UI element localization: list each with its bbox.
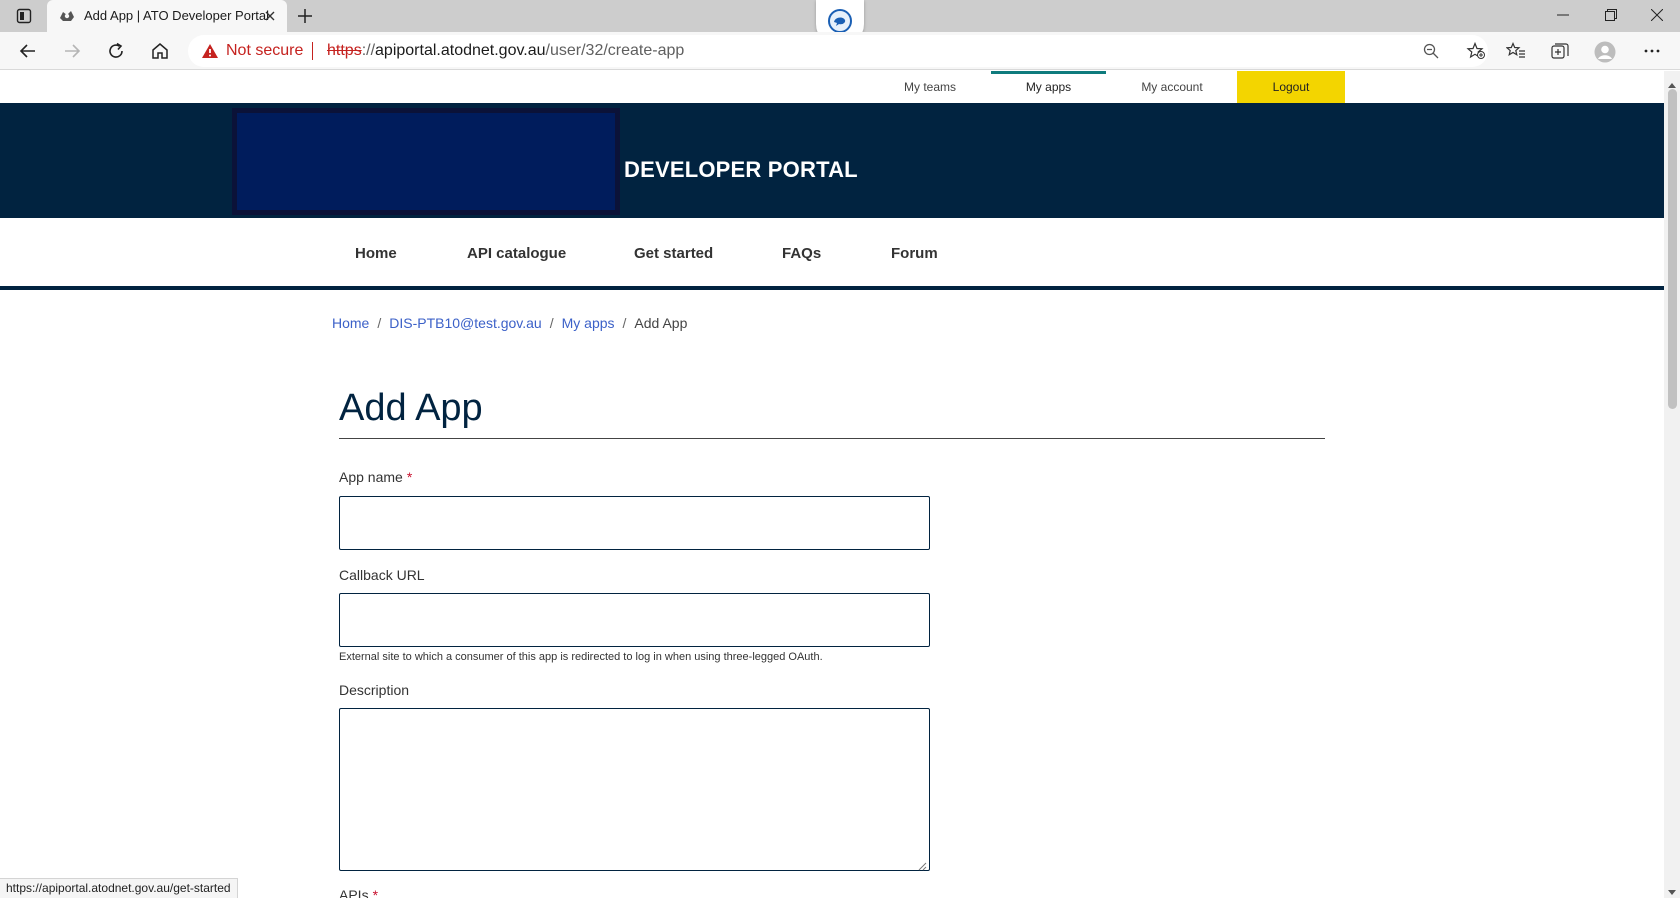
more-menu-icon[interactable] [1642,41,1662,61]
security-status[interactable]: Not secure [226,42,303,60]
breadcrumb-current: Add App [634,315,688,331]
nav-forum[interactable]: Forum [891,245,938,262]
refresh-icon[interactable] [106,41,126,61]
scrollbar-thumb[interactable] [1668,89,1677,409]
link-status-bar: https://apiportal.atodnet.gov.au/get-sta… [0,878,238,898]
page-scrollbar[interactable] [1664,71,1680,898]
app-name-input[interactable] [339,496,930,550]
util-nav-my-apps[interactable]: My apps [991,71,1106,103]
site-banner: DEVELOPER PORTAL [0,103,1664,218]
tab-actions-icon[interactable] [12,6,36,26]
warning-icon [201,43,219,64]
util-nav-my-teams[interactable]: My teams [885,71,975,103]
required-marker: * [406,469,413,485]
apis-label: APIs * [339,887,378,898]
description-textarea[interactable] [339,708,930,871]
browser-tab-active[interactable]: Add App | ATO Developer Portal [47,0,287,32]
callback-url-help: External site to which a consumer of thi… [339,651,823,663]
utility-nav: My teams My apps My account Logout [0,71,1664,103]
nav-home[interactable]: Home [355,245,397,262]
breadcrumb-user[interactable]: DIS-PTB10@test.gov.au [389,315,541,331]
browser-tab-bar: Add App | ATO Developer Portal [0,0,1680,46]
nav-api-catalogue[interactable]: API catalogue [467,245,566,262]
address-bar[interactable]: Not secure https://apiportal.atodnet.gov… [188,35,1488,67]
url-path: /user/32/create-app [545,42,685,59]
ato-crest-icon [59,9,75,23]
breadcrumb-my-apps[interactable]: My apps [562,315,615,331]
resize-handle-icon[interactable] [917,858,927,876]
address-bar-row: Not secure https://apiportal.atodnet.gov… [0,32,1680,70]
url-scheme: https [327,42,362,59]
apis-label-text: APIs [339,887,369,898]
add-favorite-icon[interactable] [1466,41,1485,60]
breadcrumb-separator: / [622,315,627,331]
url-text[interactable]: https://apiportal.atodnet.gov.au/user/32… [327,42,684,60]
breadcrumb-separator: / [549,315,554,331]
url-separator: :// [361,42,376,59]
breadcrumb: Home / DIS-PTB10@test.gov.au / My apps / Add A… [332,315,687,331]
url-host: apiportal.atodnet.gov.au [375,42,546,59]
minimize-icon[interactable] [1540,0,1586,30]
site-logo[interactable] [232,108,620,215]
nav-faqs[interactable]: FAQs [782,245,821,262]
app-name-label: App name * [339,469,412,485]
forward-icon[interactable] [62,41,82,61]
url-divider [312,42,313,60]
scroll-down-icon[interactable] [1668,883,1676,901]
restore-icon[interactable] [1588,0,1634,30]
page-title: Add App [339,387,483,429]
app-name-label-text: App name [339,469,403,485]
breadcrumb-home[interactable]: Home [332,315,369,331]
zoom-out-icon[interactable] [1422,42,1440,60]
page-viewport: My teams My apps My account Logout DEVEL… [0,71,1664,898]
portal-title: DEVELOPER PORTAL [624,157,858,182]
callback-url-input[interactable] [339,593,930,647]
tab-title: Add App | ATO Developer Portal [84,8,270,23]
required-marker: * [372,887,379,898]
close-window-icon[interactable] [1634,0,1680,30]
profile-avatar-icon[interactable] [1594,41,1616,63]
callback-url-label: Callback URL [339,567,425,583]
favorites-icon[interactable] [1505,41,1526,61]
nav-get-started[interactable]: Get started [634,245,713,262]
main-nav: Home API catalogue Get started FAQs Foru… [0,218,1664,290]
util-nav-my-account[interactable]: My account [1126,71,1218,103]
logout-button[interactable]: Logout [1237,71,1345,103]
home-icon[interactable] [150,41,170,61]
close-tab-icon[interactable] [261,7,279,25]
title-divider [339,438,1325,439]
collections-icon[interactable] [1550,41,1570,61]
description-label: Description [339,682,410,698]
new-tab-icon[interactable] [295,6,315,26]
back-icon[interactable] [18,41,38,61]
breadcrumb-separator: / [377,315,382,331]
